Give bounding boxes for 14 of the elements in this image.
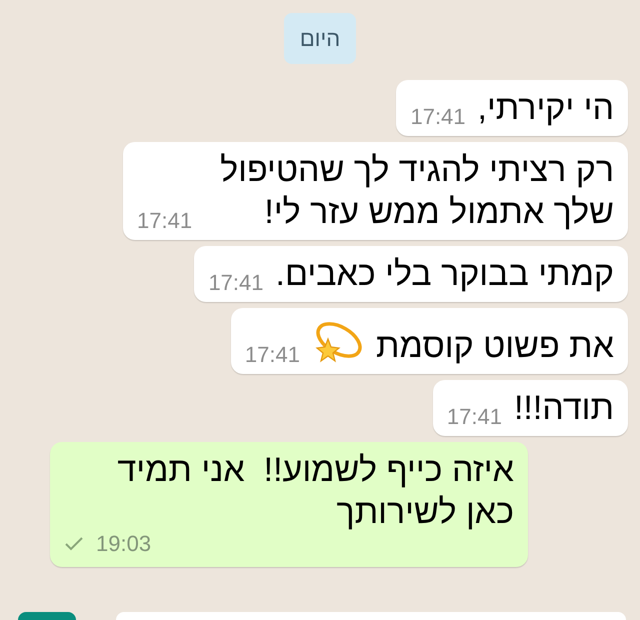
message-time: 17:41: [208, 269, 264, 297]
message-time: 17:41: [137, 207, 192, 235]
message-text: קמתי בבוקר בלי כאבים.: [276, 254, 614, 295]
message-time: 17:41: [446, 403, 502, 431]
message-text: רק רציתי להגיד לך שהטיפול שלך אתמול ממש עזר לי!: [219, 150, 614, 233]
message-time: 17:41: [410, 103, 466, 131]
date-chip: היום: [284, 13, 356, 64]
message-text: איזה כייף לשמוע!! אני תמיד כאן לשירותך: [116, 450, 514, 533]
round-button[interactable]: [18, 612, 76, 620]
message-text: תודה!!!: [514, 388, 614, 429]
message-text: את פשוט קוסמת: [376, 326, 614, 367]
message-time: 17:41: [244, 341, 300, 369]
message-text: הי יקירתי,: [478, 88, 614, 129]
message-time: 19:03: [96, 530, 152, 558]
